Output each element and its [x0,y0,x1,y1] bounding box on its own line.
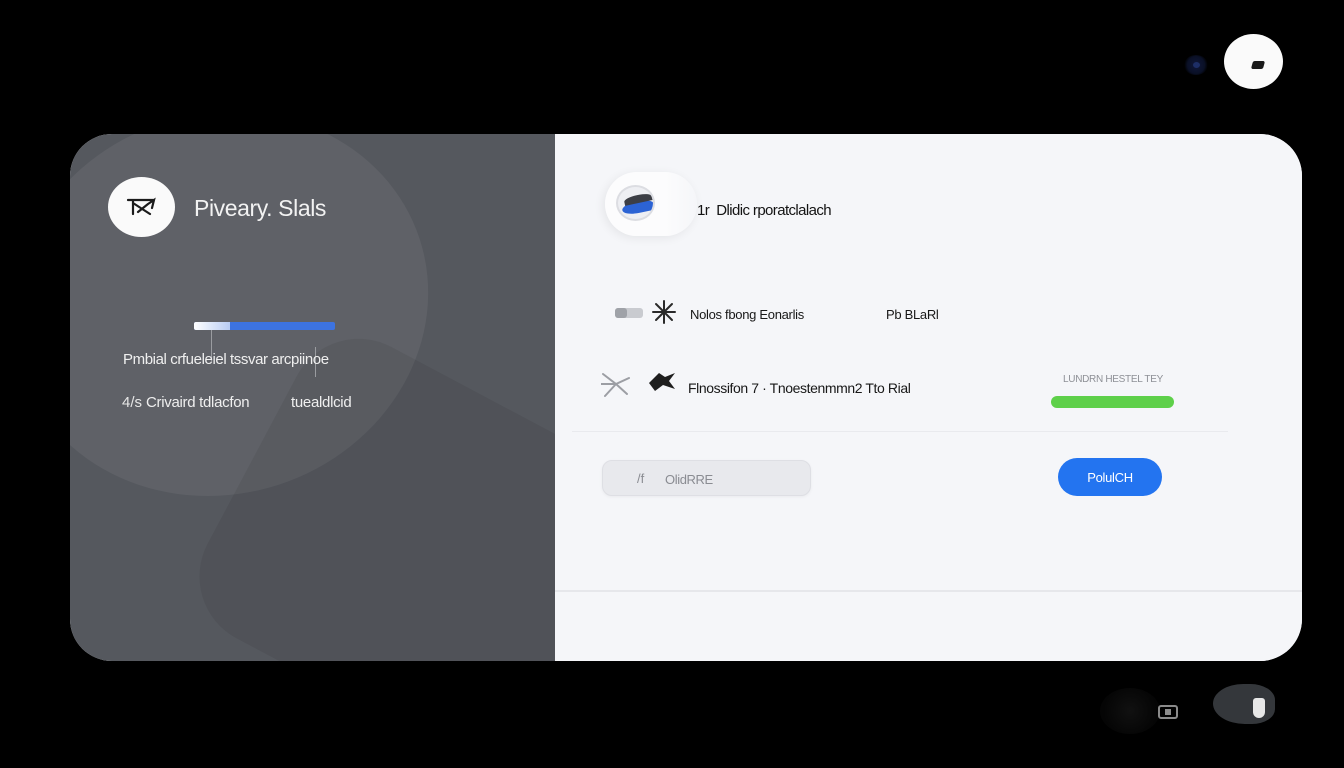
detail-value[interactable]: tuealdlcid [291,394,352,411]
setting-label: Flnossifon 7 · Tnoestenmmn2 Tto Rial [688,380,911,396]
setting-value[interactable]: Pb BLaRl [886,307,939,322]
section-title-prefix: 1r [697,202,710,219]
section-title-text: Dlidic rporatclalach [716,202,831,219]
section-title: 1r Dlidic rporatclalach [697,202,832,219]
sparkle-icon [652,300,676,324]
user-avatar-button[interactable] [1224,34,1283,89]
setting-label: Nolos fbong Eonarlis [690,307,804,322]
progress-bar [194,322,335,330]
name-input[interactable]: /f OlidRRE [602,460,811,496]
status-label: LUNDRN HESTEL TEY [1063,374,1163,385]
description-text: Pmbial crfueleiel tssvar arcpiinoe [123,351,329,368]
shield-icon [616,185,655,221]
detail-label: Crivaird tdlacfon [146,394,250,411]
input-value: OlidRRE [665,472,713,487]
edit-icon: /f [637,471,645,486]
left-panel: Piveary. Slals Pmbial crfueleiel tssvar … [70,134,555,661]
progress-fill [194,322,335,330]
app-title: Piveary. Slals [194,195,327,221]
status-dot-icon[interactable] [1184,55,1208,75]
status-indicator [1051,396,1174,408]
toggle-icon [615,308,643,318]
divider [555,590,1302,592]
settings-card: Piveary. Slals Pmbial crfueleiel tssvar … [70,134,1302,661]
arrow-pinwheel-icon [126,197,156,216]
fraction-icon: 4/s [122,394,143,411]
burst-icon [601,373,630,397]
app-logo [108,177,175,237]
camera-icon[interactable] [1100,688,1160,734]
mouse-icon[interactable] [1213,684,1275,724]
right-panel: 1r Dlidic rporatclalach Nolos fbong Eona… [555,134,1302,661]
divider [572,431,1228,432]
device-icon[interactable] [1156,703,1182,721]
rider-icon [649,373,675,391]
primary-button[interactable]: PolulCH [1058,458,1162,496]
